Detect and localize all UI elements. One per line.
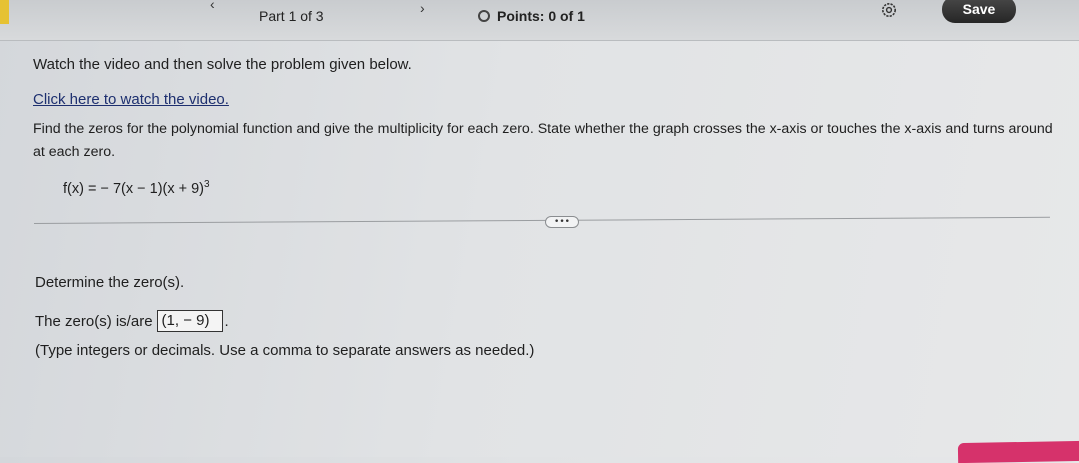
next-part-icon[interactable]: › [420, 0, 425, 16]
question-content: Watch the video and then solve the probl… [0, 40, 1079, 457]
function-expression: f(x) = − 7(x − 1)(x + 9) [63, 180, 205, 197]
part-prompt: Determine the zero(s). [35, 274, 185, 291]
polynomial-function: f(x) = − 7(x − 1)(x + 9)3 [63, 179, 210, 197]
points-label: Points: 0 of 1 [497, 8, 585, 24]
more-options-button[interactable]: ••• [545, 216, 579, 228]
points-circle-icon [478, 10, 490, 22]
answer-period: . [224, 312, 229, 330]
answer-input[interactable]: (1, − 9) [156, 310, 223, 332]
previous-part-icon[interactable]: ‹ [210, 0, 215, 12]
problem-statement: Find the zeros for the polynomial functi… [33, 121, 1053, 160]
function-exponent: 3 [204, 179, 210, 190]
answer-hint: (Type integers or decimals. Use a comma … [35, 342, 535, 359]
points-indicator: Points: 0 of 1 [478, 8, 585, 24]
answer-label: The zero(s) is/are [35, 312, 153, 330]
watch-video-link[interactable]: Click here to watch the video. [33, 91, 229, 108]
settings-gear-icon[interactable] [881, 2, 897, 18]
instruction-text: Watch the video and then solve the probl… [33, 56, 412, 73]
section-divider [33, 216, 1050, 224]
yellow-tab-marker [0, 0, 9, 24]
part-label: Part 1 of 3 [259, 8, 324, 24]
save-button[interactable]: Save [942, 0, 1016, 23]
question-header: ‹ Part 1 of 3 › Points: 0 of 1 Save [0, 0, 1079, 41]
bottom-accent-bar [957, 440, 1079, 463]
answer-row: The zero(s) is/are (1, − 9) . [35, 310, 229, 332]
